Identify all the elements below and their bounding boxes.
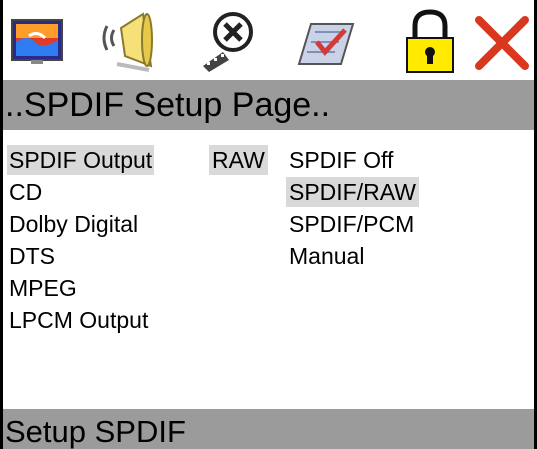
lock-icon[interactable]	[401, 8, 459, 74]
exit-icon[interactable]	[473, 8, 531, 74]
preferences-icon[interactable]	[297, 8, 355, 74]
option-spdif-off[interactable]: SPDIF Off	[286, 145, 396, 175]
toolbar	[3, 0, 534, 80]
page-title: ..SPDIF Setup Page..	[3, 80, 534, 130]
current-value: RAW	[209, 145, 268, 175]
menu-item-cd[interactable]: CD	[7, 177, 44, 207]
menu-item-spdif-output[interactable]: SPDIF Output	[7, 145, 155, 175]
option-spdif-raw[interactable]: SPDIF/RAW	[286, 177, 419, 207]
menu-item-dts[interactable]: DTS	[7, 241, 57, 271]
option-spdif-pcm[interactable]: SPDIF/PCM	[286, 209, 417, 239]
option-manual[interactable]: Manual	[286, 241, 367, 271]
picture-settings-icon[interactable]	[9, 8, 67, 74]
status-bar: Setup SPDIF	[3, 409, 534, 449]
film-settings-icon[interactable]	[199, 8, 257, 74]
audio-settings-icon[interactable]	[99, 8, 157, 74]
menu-item-dolby-digital[interactable]: Dolby Digital	[7, 209, 140, 239]
menu-item-lpcm-output[interactable]: LPCM Output	[7, 305, 150, 335]
menu-item-mpeg[interactable]: MPEG	[7, 273, 79, 303]
